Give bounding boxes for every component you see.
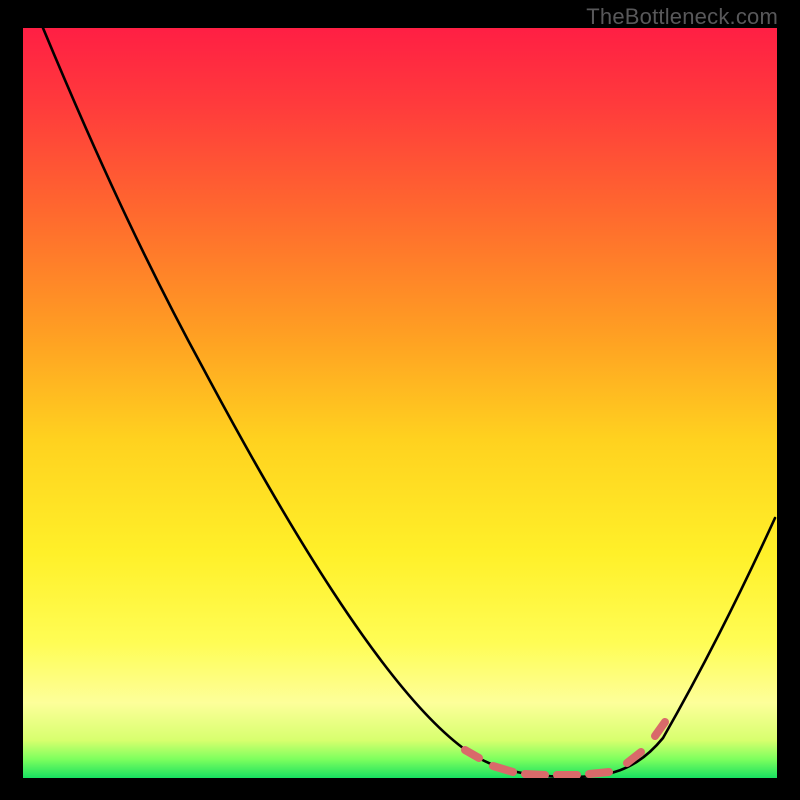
watermark-text: TheBottleneck.com: [586, 4, 778, 30]
bottleneck-curve-svg: [23, 28, 777, 778]
gradient-background: [23, 28, 777, 778]
bottleneck-curve-plot: [23, 28, 777, 778]
chart-container: TheBottleneck.com: [0, 0, 800, 800]
